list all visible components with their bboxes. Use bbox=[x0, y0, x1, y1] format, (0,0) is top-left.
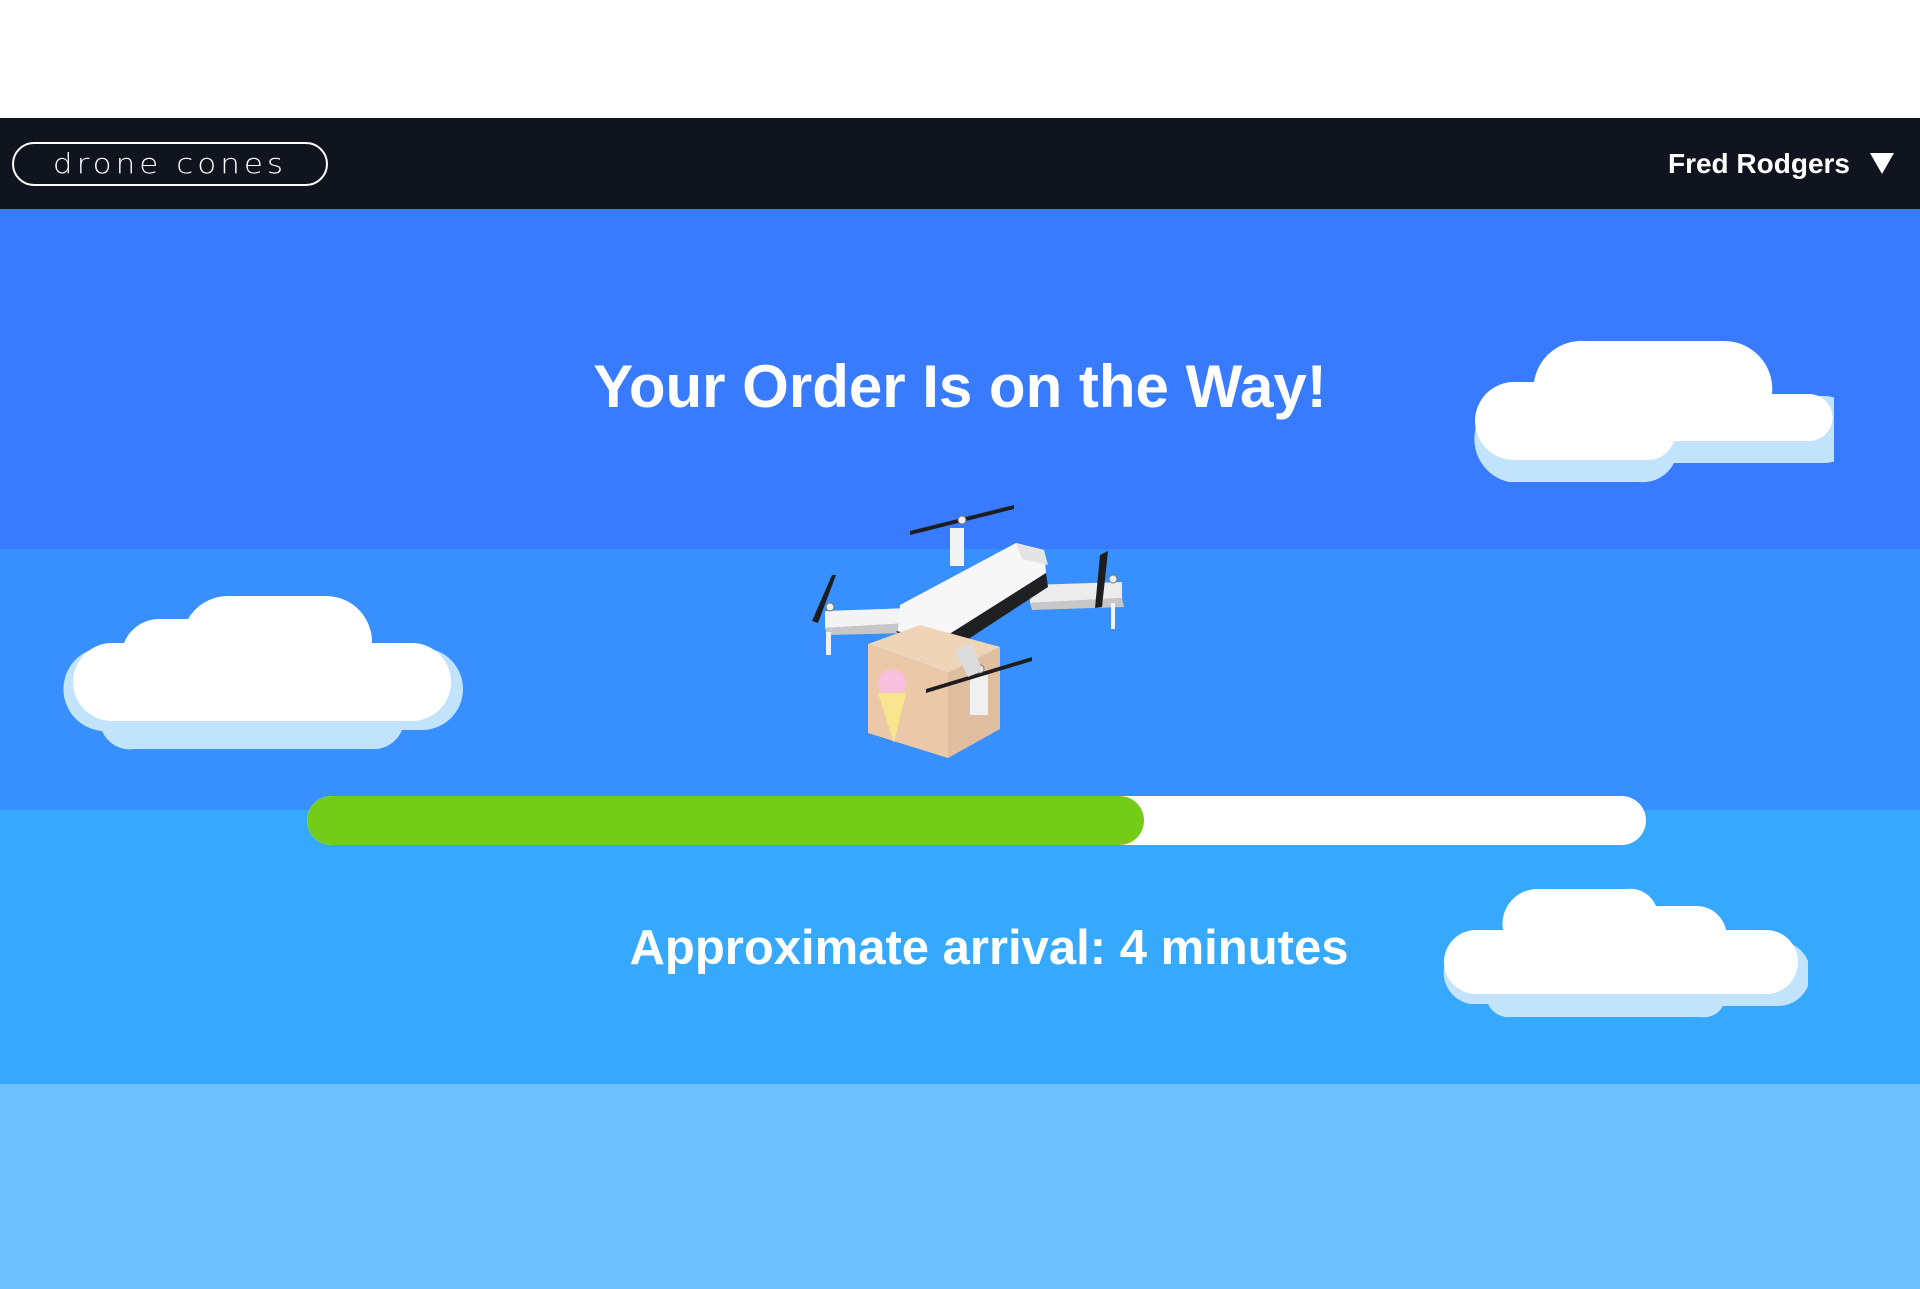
page-title-text: Your Order Is on the Way! bbox=[593, 353, 1327, 420]
user-name: Fred Rodgers bbox=[1667, 147, 1850, 179]
navbar: drone cones Fred Rodgers bbox=[0, 118, 1920, 209]
delivery-progress-bar bbox=[307, 796, 1646, 845]
user-menu[interactable]: Fred Rodgers bbox=[1668, 148, 1908, 180]
caret-down-icon[interactable] bbox=[1870, 153, 1894, 174]
top-blank-area bbox=[0, 0, 1920, 118]
cloud-icon bbox=[63, 596, 464, 750]
page-title: Your Order Is on the Way! bbox=[0, 352, 1920, 422]
drone-cones-logo[interactable]: drone cones bbox=[12, 141, 328, 186]
sky-band-4 bbox=[0, 1084, 1920, 1289]
delivery-progress-fill bbox=[307, 796, 1144, 845]
logo-text: drone cones bbox=[52, 147, 288, 180]
delivery-drone-illustration bbox=[812, 505, 1124, 758]
arrival-estimate: Approximate arrival: 4 minutes bbox=[0, 918, 1920, 978]
arrival-estimate-text: Approximate arrival: 4 minutes bbox=[629, 921, 1349, 975]
